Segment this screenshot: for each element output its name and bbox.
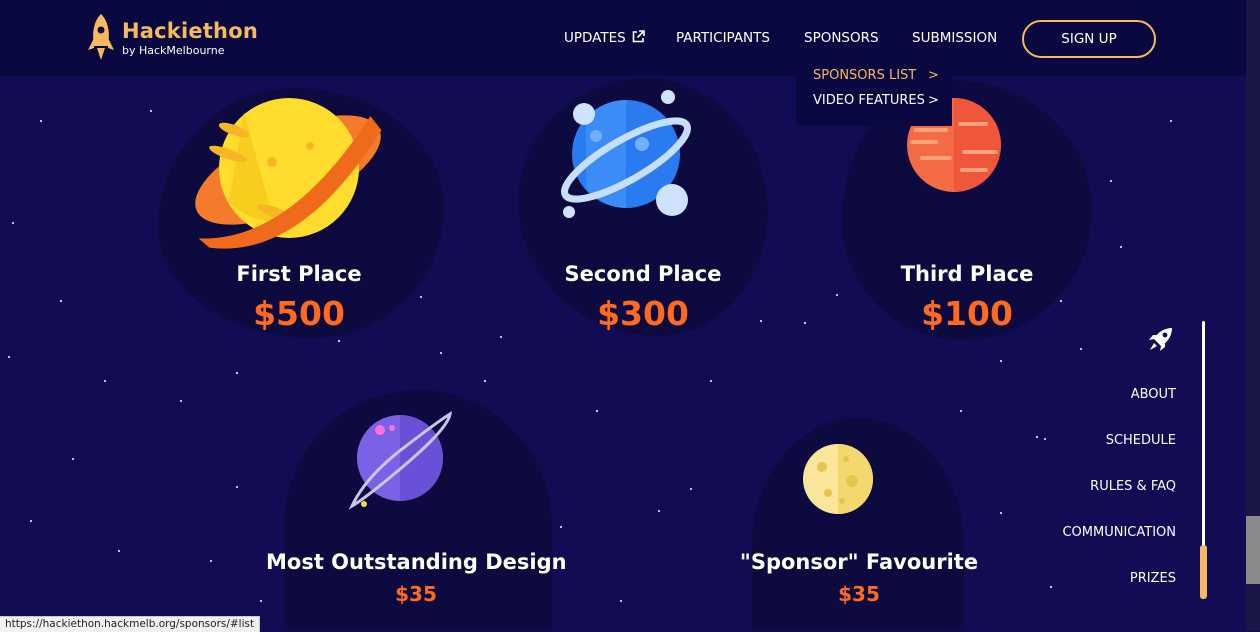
side-nav-rules-faq[interactable]: RULES & FAQ	[1090, 479, 1176, 494]
signup-button[interactable]: SIGN UP	[1022, 20, 1156, 58]
prize-amount-sponsor: $35	[838, 582, 880, 606]
prize-amount-first: $500	[253, 294, 345, 333]
rocket-icon	[88, 14, 114, 60]
side-nav-prizes[interactable]: PRIZES	[1130, 571, 1176, 586]
nav-updates[interactable]: UPDATES	[564, 30, 645, 46]
rocket-icon	[1149, 328, 1172, 351]
chevron-right-icon: >	[928, 68, 939, 83]
dropdown-item-sponsors-list[interactable]: SPONSORS LIST	[813, 68, 916, 83]
blue-ringed-planet-icon	[561, 90, 691, 218]
prize-amount-third: $100	[921, 294, 1013, 333]
chevron-right-icon: >	[928, 93, 939, 108]
browser-status-url: https://hackiethon.hackmelb.org/sponsors…	[0, 616, 261, 632]
nav-participants[interactable]: PARTICIPANTS	[676, 30, 770, 46]
scrollbar-thumb[interactable]	[1246, 516, 1260, 584]
prize-title-first: First Place	[236, 262, 362, 286]
site-header: Hackiethon by HackMelbourne UPDATES PART…	[0, 0, 1246, 76]
side-nav-about[interactable]: ABOUT	[1131, 387, 1176, 402]
nav-submission[interactable]: SUBMISSION	[912, 30, 997, 46]
nav-sponsors[interactable]: SPONSORS	[804, 30, 879, 46]
nav-updates-label: UPDATES	[564, 30, 626, 46]
prize-title-second: Second Place	[564, 262, 722, 286]
prize-title-third: Third Place	[900, 262, 1034, 286]
logo-subtitle: by HackMelbourne	[122, 44, 225, 57]
prize-amount-second: $300	[597, 294, 689, 333]
site-logo[interactable]: Hackiethon by HackMelbourne	[86, 14, 286, 62]
yellow-ringed-planet-icon	[195, 98, 382, 249]
signup-label: SIGN UP	[1061, 31, 1117, 47]
prize-title-design: Most Outstanding Design	[266, 550, 567, 574]
prize-title-sponsor: "Sponsor" Favourite	[739, 550, 979, 574]
side-nav-communication[interactable]: COMMUNICATION	[1062, 525, 1176, 540]
dropdown-item-video-features[interactable]: VIDEO FEATURES	[813, 93, 925, 108]
logo-title: Hackiethon	[122, 19, 258, 43]
prize-amount-design: $35	[395, 582, 437, 606]
external-link-icon	[632, 30, 645, 43]
side-nav-progress-indicator	[1200, 545, 1207, 599]
yellow-moon-icon	[803, 444, 873, 514]
sponsors-dropdown: SPONSORS LIST > VIDEO FEATURES >	[796, 62, 952, 126]
side-nav-schedule[interactable]: SCHEDULE	[1106, 433, 1176, 448]
purple-ringed-planet-icon	[348, 411, 452, 510]
